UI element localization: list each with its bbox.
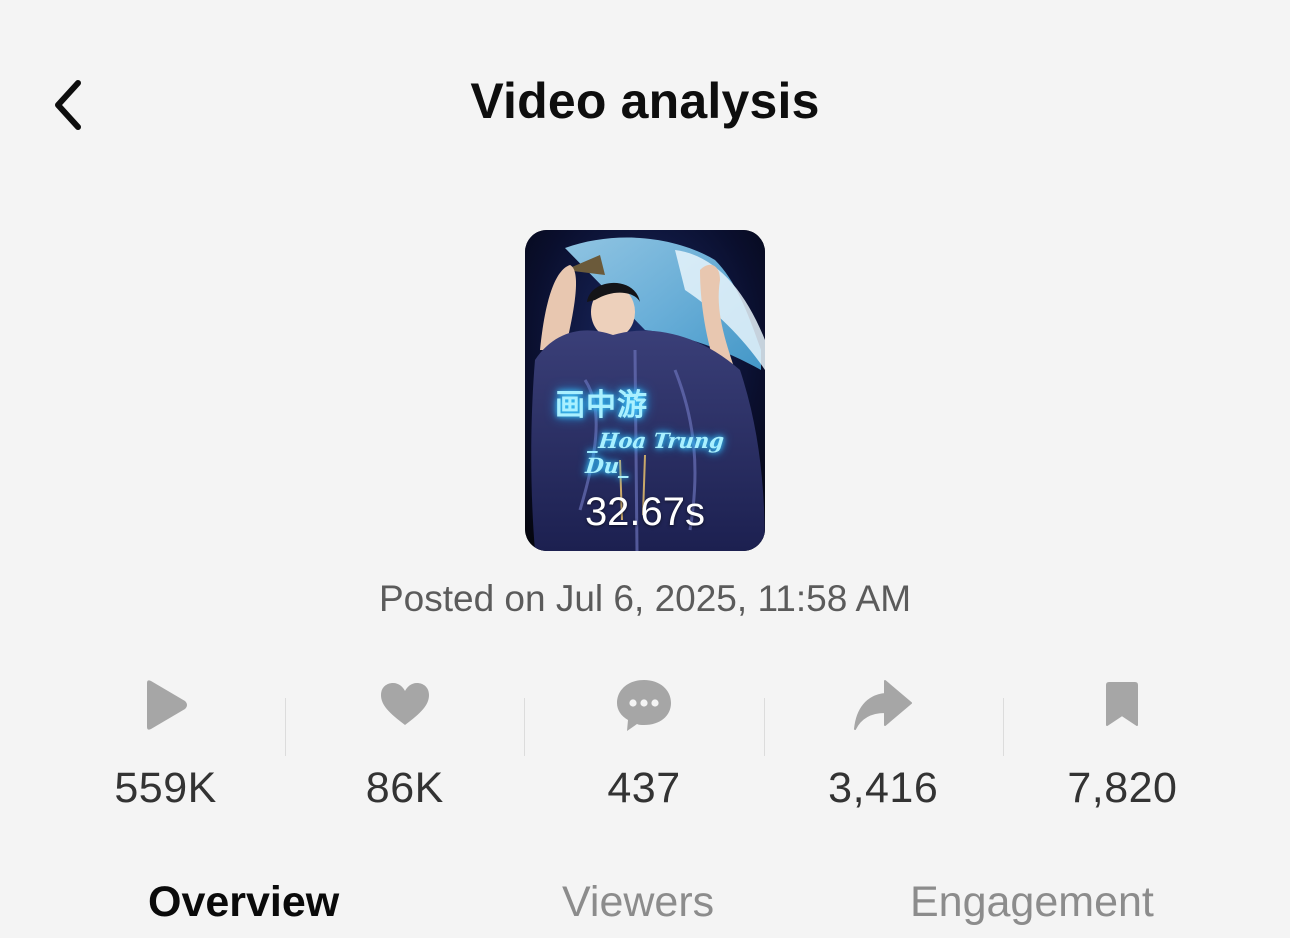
stat-likes-value: 86K	[365, 764, 444, 812]
video-thumbnail[interactable]: 画中游 _Hoa Trung Du_ 32.67s	[525, 230, 765, 551]
stat-comments-value: 437	[607, 764, 681, 812]
share-icon	[854, 680, 913, 730]
stat-views-value: 559K	[114, 764, 217, 812]
heart-icon	[380, 683, 429, 725]
bookmark-icon	[1106, 682, 1139, 726]
tab-bar: Overview Viewers Engagement	[0, 878, 1290, 938]
video-duration: 32.67s	[584, 490, 706, 534]
video-overlay-subtitle: _Hoa Trung Du_	[584, 428, 726, 478]
page-title: Video analysis	[470, 73, 820, 129]
stat-shares-value: 3,416	[828, 764, 939, 812]
stat-saves: 7,820	[1002, 670, 1242, 820]
stats-row: 559K 86K 437 3,416 7,820	[46, 670, 1242, 820]
posted-date: Posted on Jul 6, 2025, 11:58 AM	[378, 578, 912, 619]
video-overlay-title: 画中游	[555, 388, 648, 423]
stat-likes: 86K	[285, 670, 524, 820]
stat-saves-value: 7,820	[1067, 764, 1178, 812]
stat-comments: 437	[524, 670, 763, 820]
stat-shares: 3,416	[763, 670, 1003, 820]
comment-icon	[617, 680, 671, 731]
stat-views: 559K	[46, 670, 285, 820]
play-icon	[146, 680, 187, 730]
